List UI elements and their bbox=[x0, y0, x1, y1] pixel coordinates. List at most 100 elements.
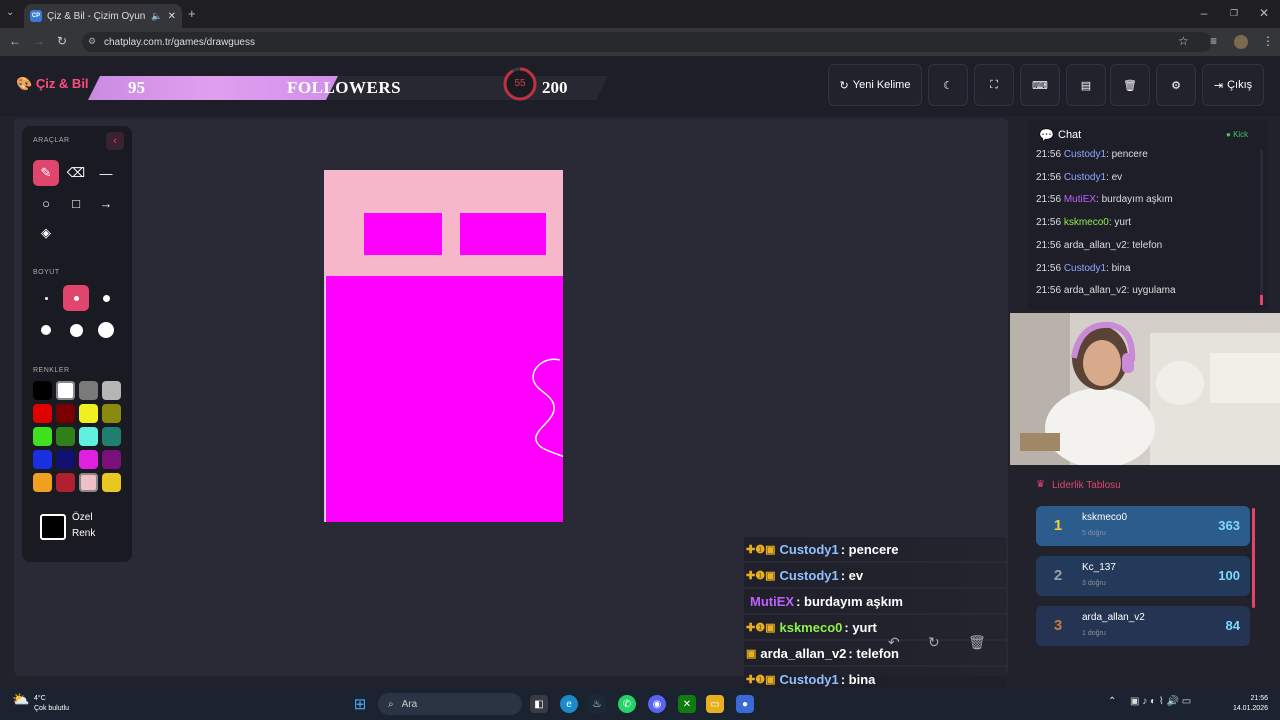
tray-icons[interactable]: ▣ ♪ ◐ ⌇ 🔊 ▭ bbox=[1130, 696, 1191, 707]
logo-text: Çiz & Bil bbox=[35, 76, 89, 91]
color-swatch[interactable] bbox=[56, 404, 75, 423]
taskbar-clock[interactable]: 21:56 14.01.2026 bbox=[1224, 694, 1268, 714]
color-swatch[interactable] bbox=[33, 450, 52, 469]
bookmark-star-icon[interactable]: ☆ bbox=[1178, 34, 1189, 48]
chat-time: 21:56 bbox=[1036, 194, 1062, 206]
color-swatch[interactable] bbox=[33, 473, 52, 492]
arrow-right-icon: → bbox=[99, 195, 113, 211]
size-dot bbox=[98, 322, 114, 338]
chat-message: 21:56 Custody1: pencere bbox=[1036, 149, 1148, 160]
leaderboard-row[interactable]: 3 arda_allan_v2 1 doğru 84 bbox=[1036, 606, 1250, 646]
redo-icon[interactable]: ↻ bbox=[928, 634, 940, 651]
new-tab-icon[interactable]: + bbox=[188, 6, 196, 21]
eraser-tool-button[interactable]: ⌫ bbox=[63, 160, 89, 186]
app-icon[interactable]: ● bbox=[736, 695, 754, 713]
fill-tool-button[interactable]: ◈ bbox=[33, 220, 59, 246]
color-swatch[interactable] bbox=[56, 473, 75, 492]
color-swatch[interactable] bbox=[79, 404, 98, 423]
back-icon[interactable]: ← bbox=[9, 34, 21, 48]
color-swatch[interactable] bbox=[56, 427, 75, 446]
leaderboard-name: arda_allan_v2 bbox=[1082, 612, 1145, 623]
favicon-icon: CP bbox=[30, 10, 42, 22]
restore-icon[interactable]: ❐ bbox=[1224, 8, 1244, 19]
brush-tool-button[interactable]: ✎ bbox=[33, 160, 59, 186]
color-palette bbox=[33, 381, 125, 493]
collapse-panel-button[interactable]: ‹ bbox=[106, 132, 124, 150]
color-swatch[interactable] bbox=[56, 450, 75, 469]
url-input[interactable]: chatplay.com.tr/games/drawguess bbox=[82, 32, 1212, 52]
chat-scroll-thumb[interactable] bbox=[1260, 295, 1263, 305]
color-swatch[interactable] bbox=[79, 450, 98, 469]
minimize-icon[interactable]: – bbox=[1194, 6, 1214, 20]
app-logo[interactable]: 🎨 Çiz & Bil bbox=[16, 76, 89, 92]
color-swatch[interactable] bbox=[102, 450, 121, 469]
weather-widget[interactable]: 4°C Çok bulutlu bbox=[34, 694, 69, 714]
color-swatch[interactable] bbox=[33, 404, 52, 423]
discord-icon[interactable]: ◉ bbox=[648, 695, 666, 713]
arrow-tool-button[interactable]: → bbox=[93, 190, 119, 216]
tray-overflow-icon[interactable]: ⌃ bbox=[1108, 696, 1116, 707]
leaderboard-row[interactable]: 2 Kc_137 3 doğru 100 bbox=[1036, 556, 1250, 596]
color-swatch[interactable] bbox=[102, 427, 121, 446]
circle-tool-button[interactable]: ○ bbox=[33, 190, 59, 216]
search-placeholder: Ara bbox=[401, 698, 418, 710]
line-tool-button[interactable]: — bbox=[93, 160, 119, 186]
size-5-button[interactable] bbox=[63, 317, 89, 343]
colors-section-label: RENKLER bbox=[33, 367, 70, 374]
chat-username: Custody1 bbox=[1063, 149, 1107, 160]
delete-drawing-icon[interactable]: 🗑 bbox=[968, 634, 986, 651]
file-explorer-icon[interactable]: ▭ bbox=[706, 695, 724, 713]
size-3-button[interactable] bbox=[93, 285, 119, 311]
tab-list-icon[interactable]: ⌄ bbox=[6, 7, 14, 18]
window-close-icon[interactable]: ✕ bbox=[1254, 6, 1274, 20]
keyboard-button[interactable]: ⌨ bbox=[1020, 64, 1060, 106]
color-swatch[interactable] bbox=[79, 473, 98, 492]
reload-icon[interactable]: ↻ bbox=[57, 34, 67, 48]
color-swatch[interactable] bbox=[79, 427, 98, 446]
exit-button[interactable]: ⇥ Çıkış bbox=[1202, 64, 1264, 106]
leaderboard-scrollbar[interactable] bbox=[1252, 508, 1255, 608]
reading-list-icon[interactable]: ≡ bbox=[1210, 34, 1217, 48]
line-icon: — bbox=[99, 165, 113, 181]
size-6-button[interactable] bbox=[93, 317, 119, 343]
color-swatch[interactable] bbox=[33, 427, 52, 446]
color-swatch[interactable] bbox=[33, 381, 52, 400]
new-word-button[interactable]: ↻ Yeni Kelime bbox=[828, 64, 922, 106]
clear-button[interactable]: 🗑 bbox=[1110, 64, 1150, 106]
edge-browser-icon[interactable]: e bbox=[560, 695, 578, 713]
fullscreen-button[interactable]: ⛶ bbox=[974, 64, 1014, 106]
size-1-button[interactable] bbox=[33, 285, 59, 311]
site-info-icon[interactable]: ⚙ bbox=[88, 36, 96, 47]
theme-toggle-button[interactable]: ☾ bbox=[928, 64, 968, 106]
xbox-icon[interactable]: ✕ bbox=[678, 695, 696, 713]
color-swatch[interactable] bbox=[102, 381, 121, 400]
leaderboard-rank: 1 bbox=[1053, 517, 1063, 534]
leaderboard-row[interactable]: 1 kskmeco0 5 doğru 363 bbox=[1036, 506, 1250, 546]
size-4-button[interactable] bbox=[33, 317, 59, 343]
whatsapp-icon[interactable]: ✆ bbox=[618, 695, 636, 713]
forward-icon[interactable]: → bbox=[33, 34, 45, 48]
undo-icon[interactable]: ↶ bbox=[888, 634, 900, 651]
weather-icon[interactable]: ⛅ bbox=[12, 691, 29, 708]
archive-button[interactable]: ▤ bbox=[1066, 64, 1106, 106]
windows-start-icon[interactable]: ⊞ bbox=[351, 695, 369, 713]
color-swatch[interactable] bbox=[102, 404, 121, 423]
color-swatch[interactable] bbox=[56, 381, 75, 400]
browser-menu-icon[interactable]: ⋮ bbox=[1262, 34, 1274, 48]
taskbar-search[interactable]: ⌕ Ara bbox=[378, 693, 522, 715]
browser-tab[interactable]: CP Çiz & Bil - Çizim Oyunu 🔈 ✕ bbox=[24, 4, 182, 28]
tab-audio-icon[interactable]: 🔈 bbox=[151, 11, 162, 22]
rectangle-tool-button[interactable]: □ bbox=[63, 190, 89, 216]
color-swatch[interactable] bbox=[79, 381, 98, 400]
leaderboard-name: Kc_137 bbox=[1082, 562, 1116, 573]
tab-close-icon[interactable]: ✕ bbox=[168, 11, 182, 22]
profile-avatar[interactable] bbox=[1234, 35, 1248, 49]
settings-button[interactable]: ⚙ bbox=[1156, 64, 1196, 106]
size-2-button[interactable] bbox=[63, 285, 89, 311]
custom-color-swatch[interactable] bbox=[40, 514, 66, 540]
chat-scrollbar[interactable] bbox=[1260, 150, 1263, 305]
chat-username: MutiEX bbox=[1063, 194, 1097, 206]
color-swatch[interactable] bbox=[102, 473, 121, 492]
steam-icon[interactable]: ♨ bbox=[588, 695, 606, 713]
task-view-icon[interactable]: ◧ bbox=[530, 695, 548, 713]
